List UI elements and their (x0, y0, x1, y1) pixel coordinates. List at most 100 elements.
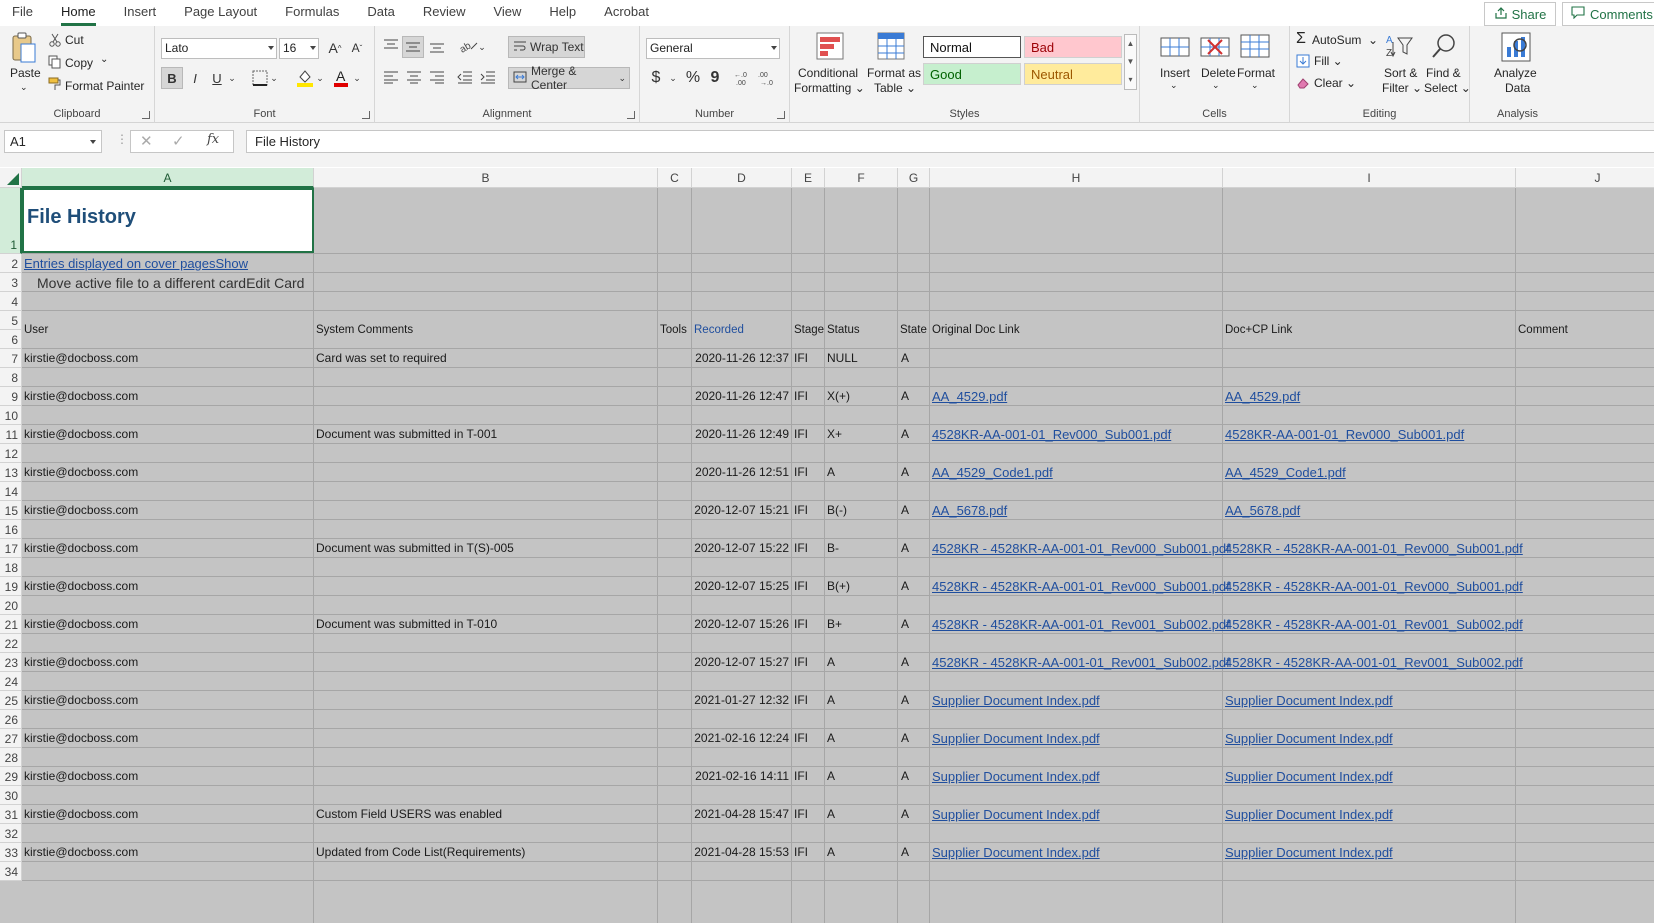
row-header-33[interactable]: 33 (0, 843, 22, 862)
cell-stage[interactable]: IFI (792, 349, 824, 367)
format-dropdown-icon[interactable]: ⌄ (1251, 80, 1259, 91)
cell-original-doc-link[interactable]: AA_4529_Code1.pdf (930, 463, 1222, 481)
underline-button[interactable]: U (207, 67, 227, 89)
column-header-A[interactable]: A (22, 168, 314, 188)
header-recorded[interactable]: Recorded (692, 311, 791, 348)
cell-state[interactable]: A (898, 805, 929, 823)
name-box[interactable]: A1 (4, 130, 102, 153)
cell-original-doc-link[interactable]: 4528KR-AA-001-01_Rev000_Sub001.pdf (930, 425, 1222, 443)
column-header-G[interactable]: G (898, 168, 930, 188)
copy-dropdown-icon[interactable]: ⌄ (100, 54, 108, 65)
row-header-8[interactable]: 8 (0, 368, 22, 387)
find-select-icon[interactable] (1430, 32, 1458, 63)
cell-doc-cp-link[interactable]: 4528KR-AA-001-01_Rev000_Sub001.pdf (1223, 425, 1515, 443)
column-header-E[interactable]: E (792, 168, 825, 188)
decrease-decimal-icon[interactable]: .00 →.0 (758, 70, 778, 89)
row-header-18[interactable]: 18 (0, 558, 22, 577)
cell-doc-cp-link[interactable]: Supplier Document Index.pdf (1223, 767, 1515, 785)
row-header-15[interactable]: 15 (0, 501, 22, 520)
cell-doc-cp-link[interactable]: 4528KR - 4528KR-AA-001-01_Rev001_Sub002.… (1223, 653, 1523, 671)
sort-filter-label-2[interactable]: Filter ⌄ (1382, 81, 1422, 95)
copy-label[interactable]: Copy (65, 56, 93, 70)
conditional-formatting-label-1[interactable]: Conditional (798, 66, 858, 80)
sort-filter-label-1[interactable]: Sort & (1384, 66, 1417, 80)
font-color-dropdown-icon[interactable]: ⌄ (352, 67, 362, 89)
increase-indent-icon[interactable] (480, 70, 496, 87)
row-header-34[interactable]: 34 (0, 862, 22, 881)
paste-label[interactable]: Paste (10, 66, 41, 80)
row-header-17[interactable]: 17 (0, 539, 22, 558)
cell-recorded[interactable]: 2020-12-07 15:26 (692, 615, 791, 633)
row-header-1[interactable]: 1 (0, 188, 22, 254)
cell-stage[interactable]: IFI (792, 843, 824, 861)
row-header-24[interactable]: 24 (0, 672, 22, 691)
cell-status[interactable]: B- (825, 539, 897, 557)
spreadsheet-grid[interactable]: A B C D E F G H I J 1 2 3 4 5 6 7 8 9 10 11 12 13 14 15 16 17 18 19 2… (0, 168, 1654, 923)
cell-tools[interactable] (658, 425, 691, 443)
row-header-25[interactable]: 25 (0, 691, 22, 710)
analyze-data-label-2[interactable]: Data (1505, 81, 1530, 95)
cell-user[interactable]: kirstie@docboss.com (22, 691, 313, 709)
cell-original-doc-link[interactable]: AA_5678.pdf (930, 501, 1222, 519)
conditional-formatting-icon[interactable] (816, 32, 844, 63)
increase-decimal-icon[interactable]: ←.0.00 (734, 70, 754, 89)
tab-home[interactable]: Home (47, 4, 110, 26)
style-normal[interactable]: Normal (923, 36, 1021, 58)
cell-user[interactable]: kirstie@docboss.com (22, 425, 313, 443)
cell-status[interactable]: X(+) (825, 387, 897, 405)
cell-stage[interactable]: IFI (792, 653, 824, 671)
column-header-J[interactable]: J (1516, 168, 1654, 188)
cell-user[interactable]: kirstie@docboss.com (22, 501, 313, 519)
cell-tools[interactable] (658, 501, 691, 519)
cell-stage[interactable]: IFI (792, 615, 824, 633)
header-doc-cp-link[interactable]: Doc+CP Link (1223, 311, 1515, 348)
font-family-select[interactable]: Lato (161, 38, 277, 59)
comments-button[interactable]: Comments (1562, 2, 1654, 26)
cell-stage[interactable]: IFI (792, 463, 824, 481)
row-header-27[interactable]: 27 (0, 729, 22, 748)
percent-icon[interactable]: % (682, 67, 704, 89)
row-header-10[interactable]: 10 (0, 406, 22, 425)
delete-cells-icon[interactable] (1200, 32, 1230, 63)
column-header-C[interactable]: C (658, 168, 692, 188)
format-label[interactable]: Format (1237, 66, 1275, 80)
row-header-14[interactable]: 14 (0, 482, 22, 501)
align-middle-icon[interactable] (402, 36, 424, 58)
cell-user[interactable]: kirstie@docboss.com (22, 463, 313, 481)
cell-recorded[interactable]: 2020-12-07 15:25 (692, 577, 791, 595)
cell-status[interactable]: A (825, 463, 897, 481)
tab-formulas[interactable]: Formulas (271, 4, 353, 26)
row-header-26[interactable]: 26 (0, 710, 22, 729)
align-top-icon[interactable] (383, 38, 399, 55)
cell-user[interactable]: kirstie@docboss.com (22, 843, 313, 861)
header-state[interactable]: State (898, 311, 929, 348)
paste-icon[interactable] (10, 32, 38, 69)
cell-system-comment[interactable] (314, 463, 657, 481)
column-header-B[interactable]: B (314, 168, 658, 188)
comma-style-icon[interactable]: 9 (706, 67, 724, 89)
cell-original-doc-link[interactable]: Supplier Document Index.pdf (930, 691, 1222, 709)
column-header-D[interactable]: D (692, 168, 792, 188)
cell-original-doc-link[interactable] (930, 349, 1222, 367)
cell-system-comment[interactable] (314, 729, 657, 747)
cell-recorded[interactable]: 2020-12-07 15:22 (692, 539, 791, 557)
style-neutral[interactable]: Neutral (1024, 63, 1122, 85)
cell-recorded[interactable]: 2020-11-26 12:37 (692, 349, 791, 367)
header-system-comments[interactable]: System Comments (314, 311, 657, 348)
cell-stage[interactable]: IFI (792, 577, 824, 595)
merge-center-button[interactable]: Merge & Center ⌄ (508, 64, 630, 92)
cell-state[interactable]: A (898, 767, 929, 785)
insert-dropdown-icon[interactable]: ⌄ (1170, 80, 1178, 91)
cell-user[interactable]: kirstie@docboss.com (22, 349, 313, 367)
row-header-5[interactable]: 5 (0, 311, 22, 330)
align-right-icon[interactable] (429, 70, 445, 87)
cell-recorded[interactable]: 2020-12-07 15:27 (692, 653, 791, 671)
currency-icon[interactable]: $ (646, 67, 666, 89)
select-all-corner[interactable] (0, 168, 22, 188)
italic-button[interactable]: I (185, 67, 205, 89)
cell-user[interactable]: kirstie@docboss.com (22, 577, 313, 595)
align-left-icon[interactable] (383, 70, 399, 87)
cell-original-doc-link[interactable]: Supplier Document Index.pdf (930, 729, 1222, 747)
cell-tools[interactable] (658, 577, 691, 595)
cell-recorded[interactable]: 2021-02-16 12:24 (692, 729, 791, 747)
